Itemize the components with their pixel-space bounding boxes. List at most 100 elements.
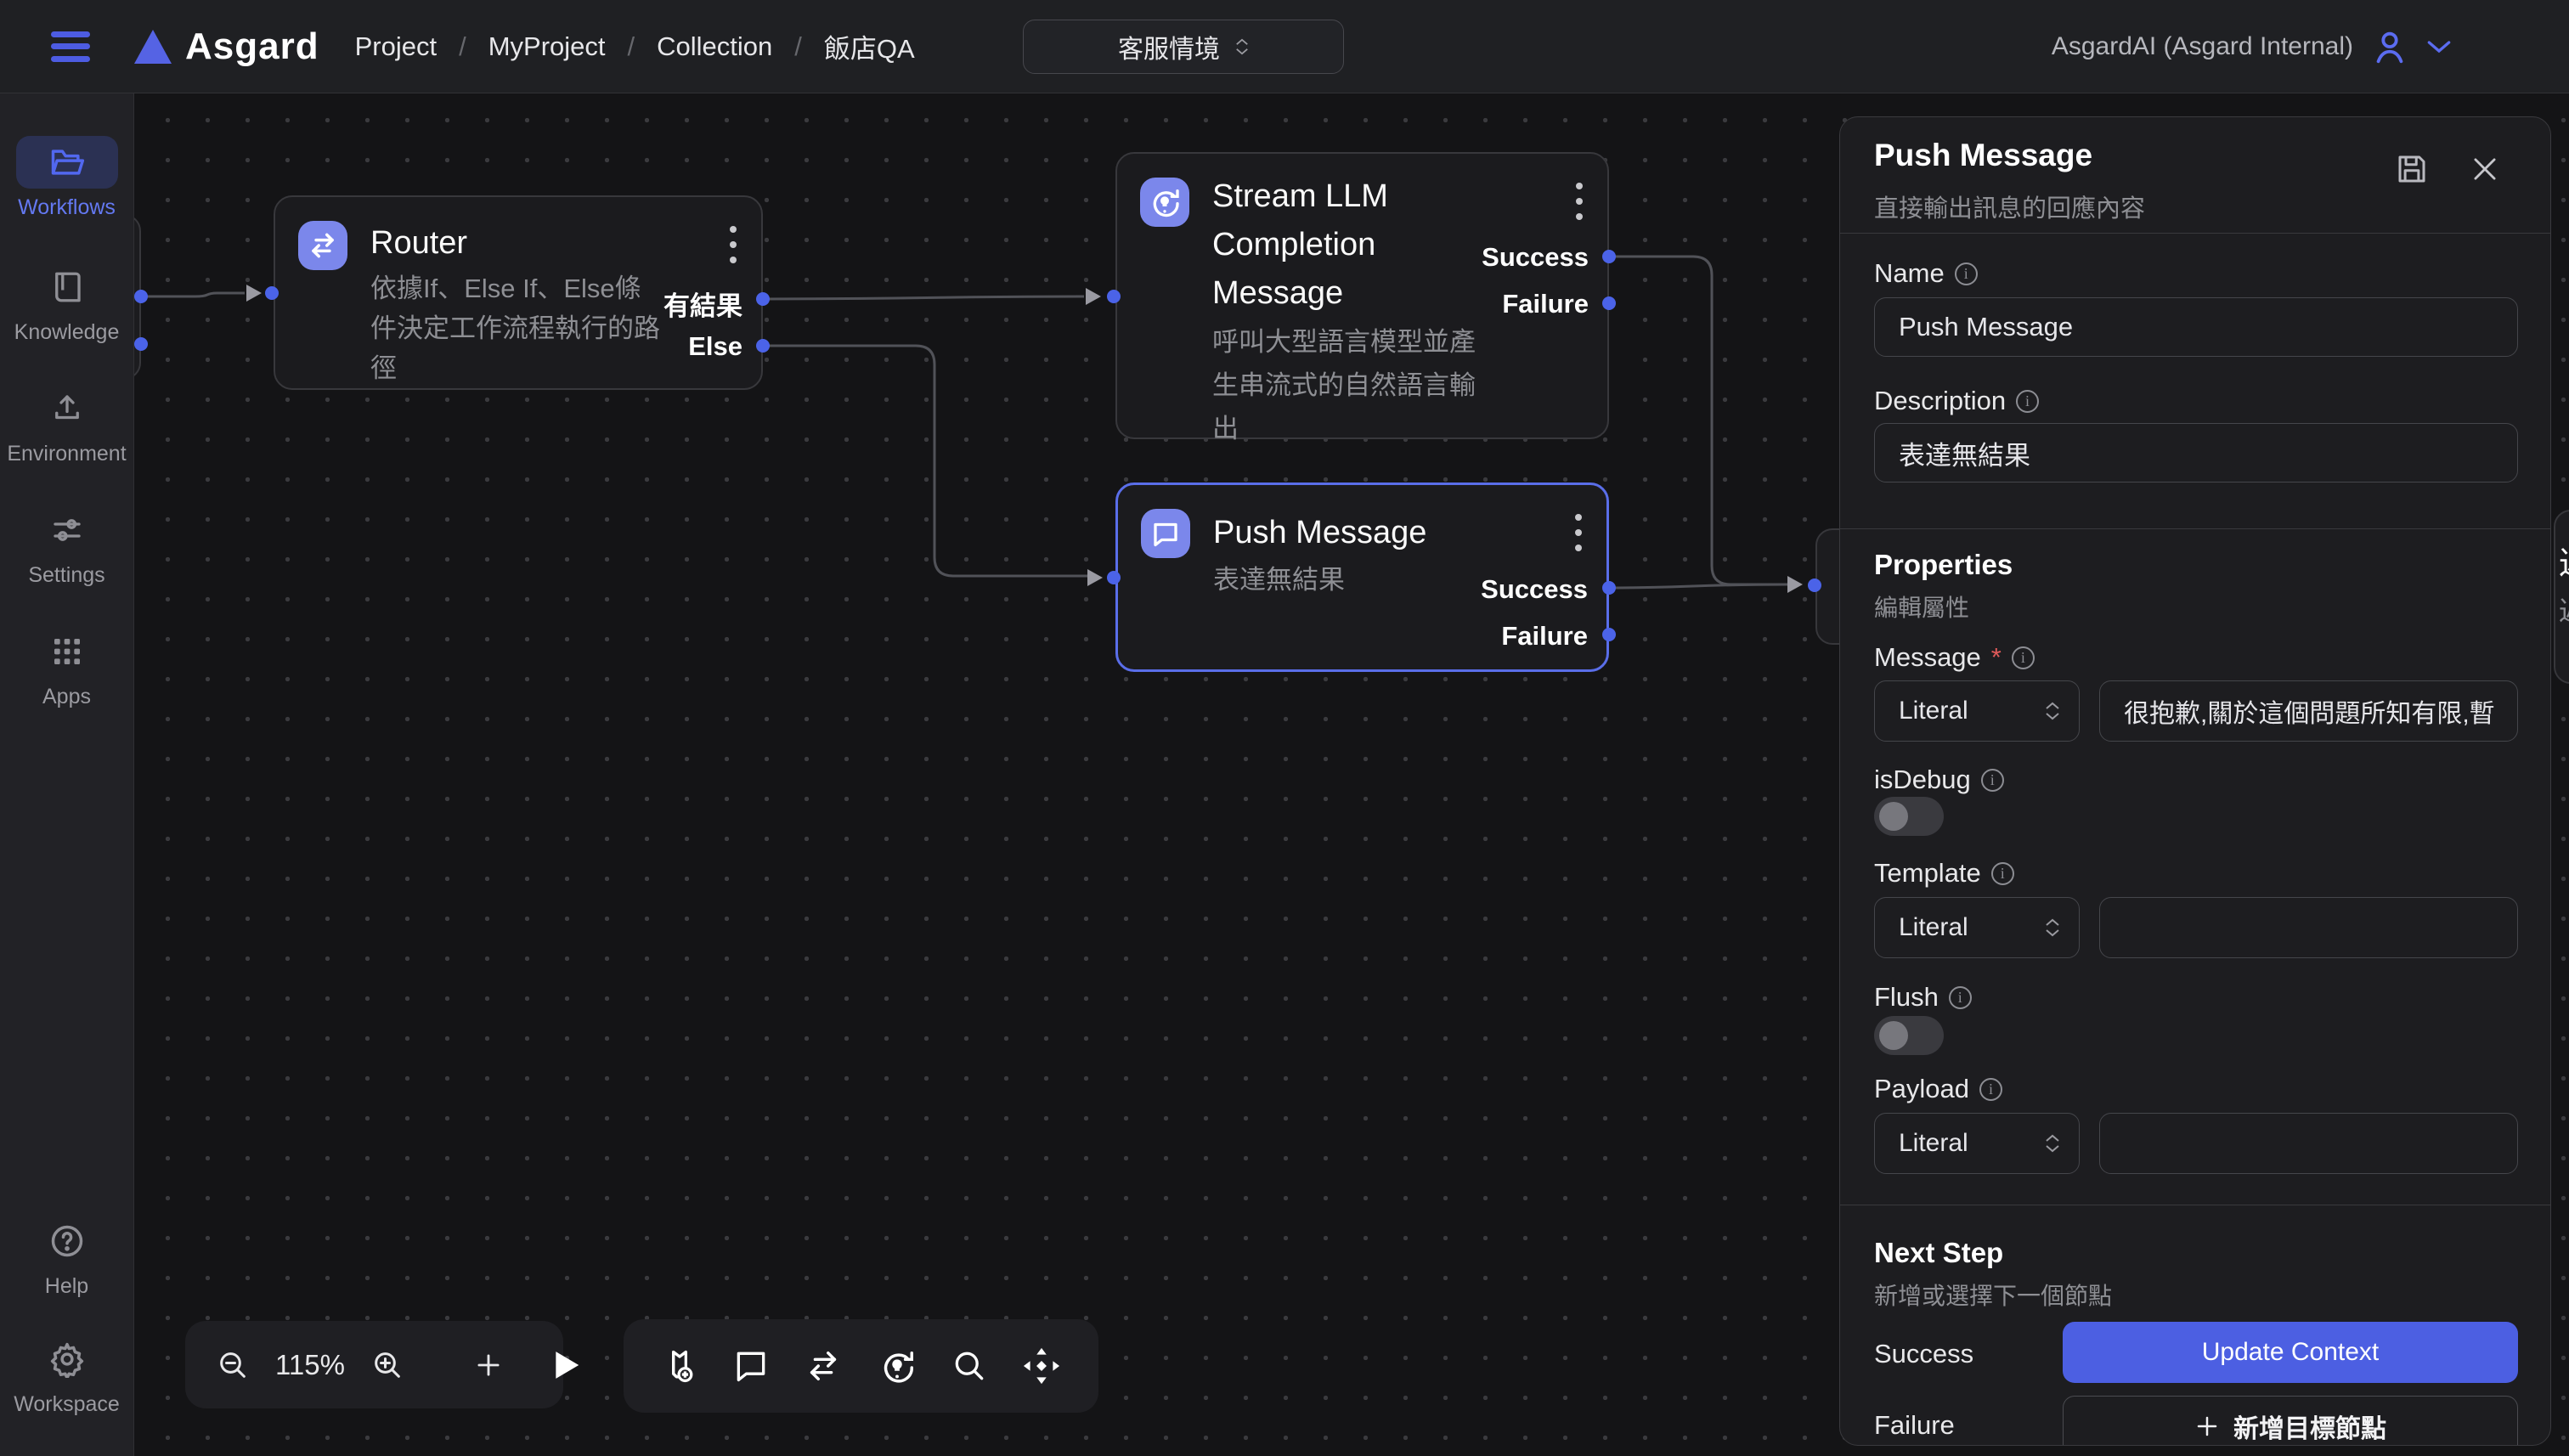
asgard-logo-icon <box>134 30 172 64</box>
sidebar-item-workspace[interactable]: Workspace <box>0 1333 133 1417</box>
environment-dropdown[interactable]: 客服情境 <box>1023 20 1344 74</box>
add-target-node-button[interactable]: 新增目標節點 <box>2063 1396 2518 1446</box>
chevron-up-down-icon <box>2045 918 2060 937</box>
output-port-label[interactable]: Success <box>1482 242 1589 273</box>
run-workflow-button[interactable] <box>552 1349 581 1381</box>
sidebar-item-workflows[interactable]: Workflows <box>0 136 133 220</box>
zoom-in-icon[interactable] <box>370 1348 404 1382</box>
account-menu[interactable]: AsgardAI (Asgard Internal) <box>2052 0 2452 93</box>
plus-icon <box>2194 1414 2220 1439</box>
fit-view-icon[interactable] <box>1022 1346 1061 1385</box>
info-icon: i <box>1955 262 1978 285</box>
breadcrumb-workflow[interactable]: 飯店QA <box>824 27 915 65</box>
payload-type-select[interactable]: Literal <box>1874 1113 2080 1174</box>
node-push-message[interactable]: Push Message 表達無結果 Success Failure <box>1115 483 1609 672</box>
breadcrumb-myproject[interactable]: MyProject <box>488 31 606 62</box>
payload-value-input[interactable] <box>2099 1113 2518 1174</box>
sidebar-item-knowledge[interactable]: Knowledge <box>0 261 133 345</box>
node-description: 表達無結果 <box>1213 560 1345 600</box>
upload-icon <box>49 391 85 426</box>
success-row-label: Success <box>1874 1339 1973 1369</box>
template-value-input[interactable] <box>2099 897 2518 958</box>
breadcrumb-collection[interactable]: Collection <box>657 31 772 62</box>
message-type-select[interactable]: Literal <box>1874 680 2080 742</box>
account-name: AsgardAI (Asgard Internal) <box>2052 32 2353 61</box>
sliders-icon <box>49 512 85 548</box>
node-title: Router <box>370 219 467 268</box>
book-icon <box>49 269 85 305</box>
help-icon <box>48 1222 86 1260</box>
node-palette-toolbar <box>624 1319 1098 1413</box>
node-title: 返 <box>2559 537 2569 584</box>
add-node-button[interactable] <box>472 1349 505 1381</box>
node-detail-panel: Push Message 直接輸出訊息的回應內容 Namei Push Mess… <box>1839 116 2551 1446</box>
output-port-label[interactable]: Failure <box>1502 289 1589 319</box>
isdebug-toggle[interactable] <box>1874 797 1944 836</box>
name-field-label: Namei <box>1874 258 1978 289</box>
sidebar-item-label: Apps <box>42 685 91 709</box>
breadcrumb-project[interactable]: Project <box>355 31 437 62</box>
sidebar-item-label: Workspace <box>14 1392 120 1417</box>
info-icon: i <box>2016 390 2039 413</box>
sidebar-item-settings[interactable]: Settings <box>0 504 133 588</box>
push-message-icon <box>1141 509 1190 558</box>
sidebar-item-apps[interactable]: Apps <box>0 625 133 709</box>
output-port-label[interactable]: Else <box>688 331 742 362</box>
panel-subtitle: 直接輸出訊息的回應內容 <box>1874 189 2145 224</box>
flush-toggle[interactable] <box>1874 1016 1944 1055</box>
sidebar-item-label: Knowledge <box>14 320 120 345</box>
required-mark: * <box>1991 642 2002 673</box>
folder-icon <box>48 144 86 181</box>
breadcrumb-separator: / <box>628 31 635 62</box>
sidebar-item-label: Workflows <box>18 195 116 220</box>
sidebar-item-label: Environment <box>7 442 126 466</box>
kebab-menu-icon[interactable] <box>1573 179 1585 228</box>
node-router[interactable]: Router 依據If、Else If、Else條 件決定工作流程執行的路 徑 … <box>274 195 763 390</box>
info-icon: i <box>1979 1078 2002 1101</box>
stream-llm-node-icon[interactable] <box>878 1346 917 1385</box>
kebab-menu-icon[interactable] <box>1572 511 1584 559</box>
description-input[interactable]: 表達無結果 <box>1874 423 2518 483</box>
save-icon[interactable] <box>2394 151 2430 187</box>
offscreen-node-right[interactable]: 返 返 <box>2554 510 2569 684</box>
stream-llm-icon <box>1140 178 1189 227</box>
breadcrumb-separator: / <box>794 31 802 62</box>
search-icon[interactable] <box>951 1347 988 1385</box>
top-bar: Asgard Project / MyProject / Collection … <box>0 0 2569 93</box>
sidebar-item-help[interactable]: Help <box>0 1215 133 1299</box>
add-tag-node-icon[interactable] <box>661 1347 698 1385</box>
panel-title: Push Message <box>1874 138 2092 173</box>
chat-node-icon[interactable] <box>732 1347 770 1385</box>
next-step-section-subtitle: 新增或選擇下一個節點 <box>1874 1278 2112 1312</box>
chevron-up-down-icon <box>2045 702 2060 720</box>
sidebar-item-environment[interactable]: Environment <box>0 382 133 466</box>
node-stream-llm[interactable]: Stream LLM Completion Message 呼叫大型語言模型並產… <box>1115 152 1609 439</box>
kebab-menu-icon[interactable] <box>727 223 739 271</box>
zoom-out-icon[interactable] <box>216 1348 250 1382</box>
close-icon[interactable] <box>2469 153 2501 185</box>
name-input[interactable]: Push Message <box>1874 297 2518 357</box>
node-description: 呼叫大型語言模型並產 生串流式的自然語言輸 出 <box>1212 320 1501 450</box>
node-title: Push Message <box>1213 509 1426 557</box>
zoom-toolbar: 115% <box>185 1321 563 1408</box>
payload-field-label: Payloadi <box>1874 1074 2002 1104</box>
properties-section-subtitle: 編輯屬性 <box>1874 590 1969 624</box>
apps-grid-icon <box>50 635 84 669</box>
output-port-label[interactable]: Success <box>1481 574 1588 605</box>
node-title: Stream LLM Completion Message <box>1212 172 1388 318</box>
router-node-icon[interactable] <box>804 1346 843 1385</box>
sidebar-item-label: Settings <box>28 563 104 588</box>
template-type-select[interactable]: Literal <box>1874 897 2080 958</box>
update-context-button[interactable]: Update Context <box>2063 1322 2518 1383</box>
app-window: Router 依據If、Else If、Else條 件決定工作流程執行的路 徑 … <box>0 0 2569 1456</box>
output-port-label[interactable]: 有結果 <box>663 285 742 323</box>
hamburger-menu-icon[interactable] <box>51 31 90 62</box>
output-port-label[interactable]: Failure <box>1501 621 1588 652</box>
flush-field-label: Flushi <box>1874 982 1972 1013</box>
chevron-up-down-icon <box>2045 1134 2060 1153</box>
zoom-level: 115% <box>275 1349 345 1381</box>
info-icon: i <box>2012 646 2035 669</box>
message-value-input[interactable]: 很抱歉,關於這個問題所知有限,暫 <box>2099 680 2518 742</box>
info-icon: i <box>1949 986 1972 1009</box>
template-field-label: Templatei <box>1874 858 2014 889</box>
